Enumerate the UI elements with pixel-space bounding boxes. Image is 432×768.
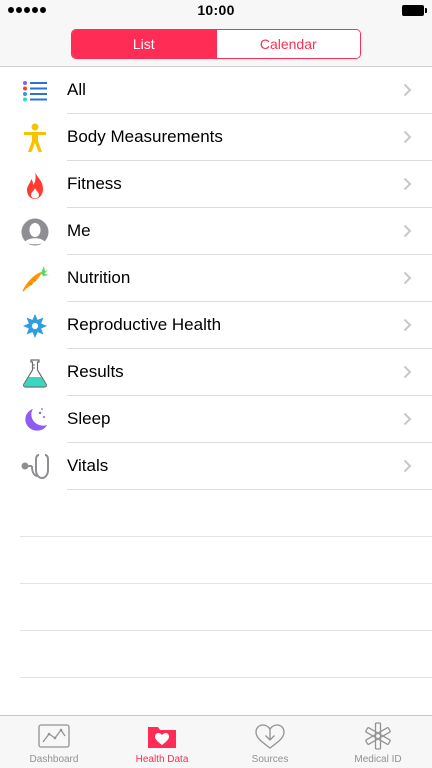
chevron-right-icon <box>403 83 412 97</box>
category-label: Reproductive Health <box>67 315 222 334</box>
tab-bar: Dashboard Health Data Sources Medical ID <box>0 715 432 768</box>
category-label: Fitness <box>67 174 122 193</box>
list-icon <box>20 76 50 106</box>
tab-sources[interactable]: Sources <box>216 716 324 768</box>
battery-icon <box>402 5 427 16</box>
tab-label: Health Data <box>135 754 189 765</box>
category-label: Body Measurements <box>67 127 223 146</box>
category-row-body-measurements[interactable]: Body Measurements <box>0 114 432 161</box>
chevron-right-icon <box>403 365 412 379</box>
category-row-sleep[interactable]: Sleep <box>0 396 432 443</box>
row-divider <box>67 489 432 490</box>
tab-label: Sources <box>251 754 289 765</box>
flask-icon <box>20 358 50 388</box>
category-label: Sleep <box>67 409 111 428</box>
category-list: All Body Measurements Fitness Me Nutriti… <box>0 67 432 490</box>
sources-icon <box>255 724 285 749</box>
category-row-nutrition[interactable]: Nutrition <box>0 255 432 302</box>
category-label: Vitals <box>67 456 109 475</box>
medical-id-icon <box>365 722 391 750</box>
dashboard-icon <box>38 724 70 748</box>
chevron-right-icon <box>403 177 412 191</box>
category-row-vitals[interactable]: Vitals <box>0 443 432 490</box>
stethoscope-icon <box>20 452 50 482</box>
profile-icon <box>20 217 50 247</box>
category-row-reproductive-health[interactable]: Reproductive Health <box>0 302 432 349</box>
chevron-right-icon <box>403 318 412 332</box>
chevron-right-icon <box>403 412 412 426</box>
chevron-right-icon <box>403 130 412 144</box>
empty-row-divider <box>20 583 432 630</box>
category-row-me[interactable]: Me <box>0 208 432 255</box>
tab-label: Dashboard <box>29 754 79 765</box>
chevron-right-icon <box>403 459 412 473</box>
empty-row-divider <box>20 630 432 677</box>
category-label: Me <box>67 221 91 240</box>
status-bar: 10:00 <box>0 0 432 22</box>
category-label: All <box>67 80 86 99</box>
category-label: Results <box>67 362 124 381</box>
view-segmented-control: List Calendar <box>71 29 361 59</box>
flower-icon <box>20 311 50 341</box>
tab-health-data[interactable]: Health Data <box>108 716 216 768</box>
segment-list[interactable]: List <box>72 30 216 58</box>
moon-icon <box>20 405 50 435</box>
navigation-bar: List Calendar <box>0 22 432 67</box>
category-row-results[interactable]: Results <box>0 349 432 396</box>
chevron-right-icon <box>403 224 412 238</box>
category-row-fitness[interactable]: Fitness <box>0 161 432 208</box>
flame-icon <box>20 170 50 200</box>
tab-label: Medical ID <box>354 754 402 765</box>
segment-calendar[interactable]: Calendar <box>215 30 360 58</box>
category-label: Nutrition <box>67 268 131 287</box>
tab-dashboard[interactable]: Dashboard <box>0 716 108 768</box>
carrot-icon <box>20 264 50 294</box>
person-icon <box>20 123 50 153</box>
status-time: 10:00 <box>197 2 235 18</box>
chevron-right-icon <box>403 271 412 285</box>
empty-list-area <box>20 536 432 724</box>
health-data-icon <box>148 727 176 748</box>
category-row-all[interactable]: All <box>0 67 432 114</box>
tab-medical-id[interactable]: Medical ID <box>324 716 432 768</box>
empty-row-divider <box>20 536 432 583</box>
